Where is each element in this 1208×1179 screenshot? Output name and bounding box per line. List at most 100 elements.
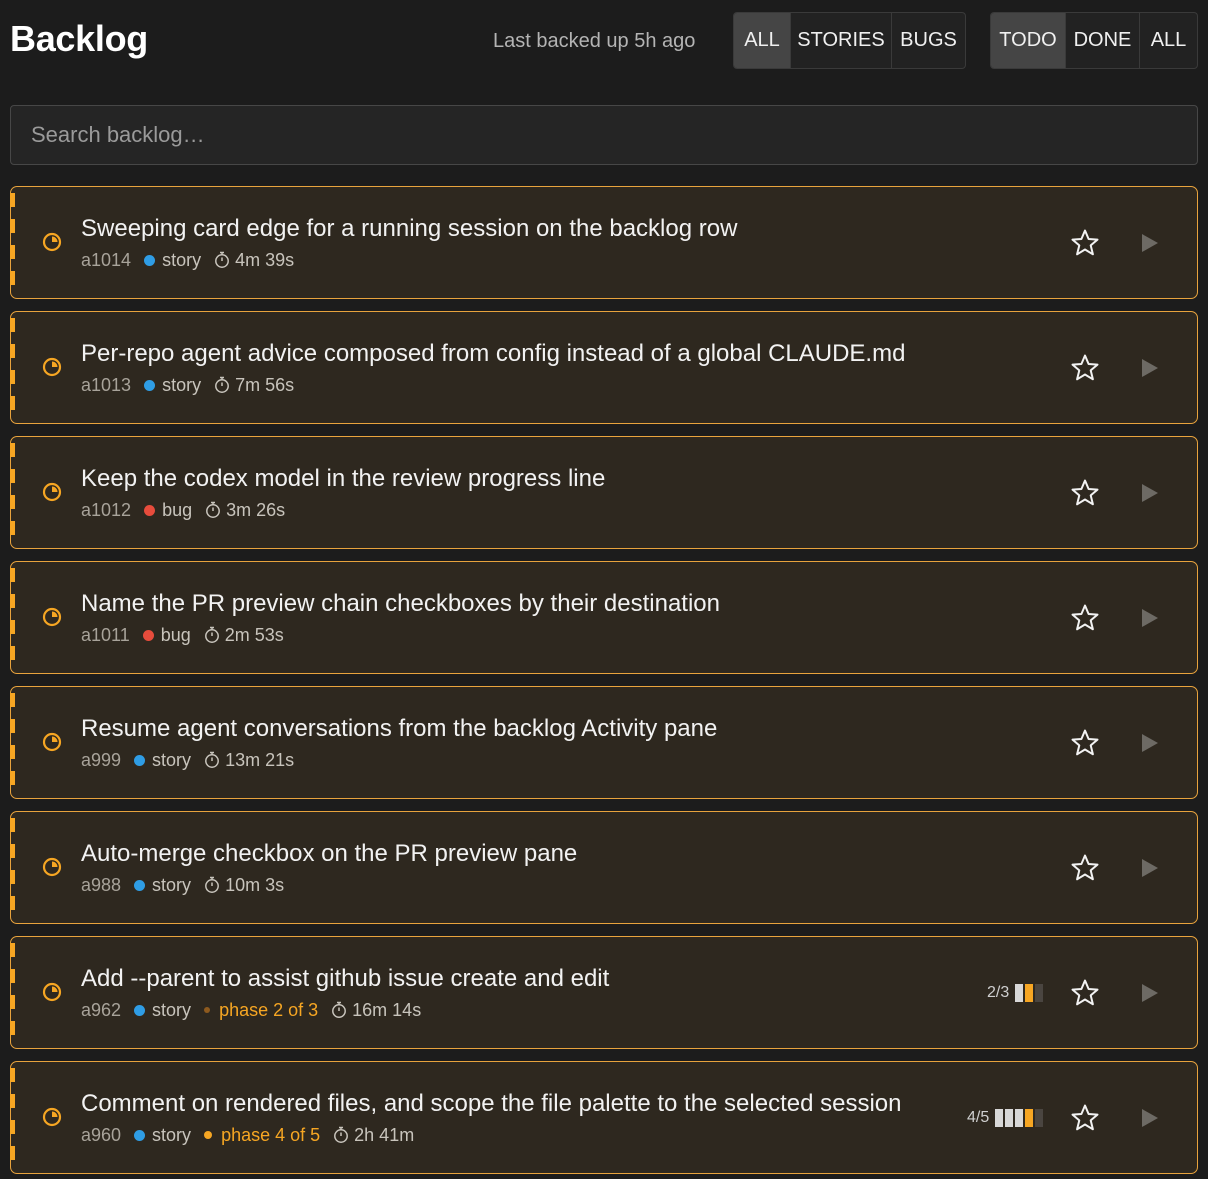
play-icon[interactable]: [1141, 733, 1159, 753]
type-filter: ALL STORIES BUGS: [733, 12, 966, 69]
bug-dot: [142, 629, 154, 641]
backlog-card[interactable]: Resume agent conversations from the back…: [10, 686, 1198, 799]
play-icon[interactable]: [1141, 233, 1159, 253]
item-timer-value: 4m 39s: [235, 249, 295, 270]
backup-status: Last backed up 5h ago: [493, 30, 696, 52]
stopwatch-icon: [205, 876, 220, 893]
item-timer-value: 2m 53s: [224, 624, 284, 645]
item-timer: 13m 21s: [204, 750, 294, 771]
star-icon[interactable]: [1070, 1103, 1100, 1133]
phase-progress-segment: [1005, 1109, 1014, 1127]
item-id: a962: [81, 999, 122, 1020]
star-icon[interactable]: [1070, 228, 1100, 258]
backlog-card[interactable]: Keep the codex model in the review progr…: [10, 436, 1198, 549]
state-filter-all[interactable]: ALL: [1140, 13, 1197, 68]
item-title: Per-repo agent advice composed from conf…: [81, 340, 906, 367]
item-id: a999: [81, 749, 122, 770]
running-clock-icon: [42, 482, 62, 502]
item-kind: story: [162, 249, 202, 270]
play-icon[interactable]: [1141, 608, 1159, 628]
phase-progress-segment: [1015, 984, 1024, 1002]
story-dot: [144, 254, 156, 266]
running-edge-indicator: [10, 318, 15, 417]
phase-dot: [204, 1007, 211, 1013]
play-icon[interactable]: [1141, 858, 1159, 878]
backlog-card[interactable]: Name the PR preview chain checkboxes by …: [10, 561, 1198, 674]
phase-progress-segment: [1025, 1109, 1034, 1127]
item-timer-value: 16m 14s: [352, 999, 422, 1020]
stopwatch-icon: [334, 1126, 349, 1143]
stopwatch-icon: [206, 501, 221, 518]
item-timer: 2m 53s: [204, 625, 284, 646]
page-title: Backlog: [10, 18, 148, 59]
item-id: a1012: [81, 499, 132, 520]
item-id: a1014: [81, 249, 132, 270]
star-icon[interactable]: [1070, 728, 1100, 758]
backlog-card[interactable]: Comment on rendered files, and scope the…: [10, 1061, 1198, 1174]
item-timer-value: 2h 41m: [354, 1124, 415, 1145]
stopwatch-icon: [204, 626, 219, 643]
running-edge-indicator: [10, 443, 15, 542]
item-title: Auto-merge checkbox on the PR preview pa…: [81, 840, 578, 867]
star-icon[interactable]: [1070, 478, 1100, 508]
item-timer: 16m 14s: [331, 1000, 421, 1021]
running-edge-indicator: [10, 693, 15, 792]
item-kind: story: [152, 1124, 192, 1145]
item-kind: bug: [160, 624, 191, 645]
story-dot: [134, 754, 146, 766]
star-icon[interactable]: [1070, 853, 1100, 883]
item-timer-value: 13m 21s: [225, 749, 295, 770]
phase-progress: 2/3: [987, 982, 1045, 1004]
play-icon[interactable]: [1141, 1108, 1159, 1128]
play-icon[interactable]: [1141, 483, 1159, 503]
story-dot: [134, 1129, 146, 1141]
item-meta: a1011 bug 2m 53s: [81, 624, 284, 646]
item-id: a988: [81, 874, 122, 895]
item-timer: 3m 26s: [205, 500, 285, 521]
stopwatch-icon: [215, 376, 230, 393]
item-meta: a999 story 13m 21s: [81, 749, 294, 771]
item-phase: phase 2 of 3: [219, 999, 319, 1020]
phase-progress-segment: [995, 1109, 1004, 1127]
item-title: Sweeping card edge for a running session…: [81, 215, 738, 242]
stopwatch-icon: [332, 1001, 347, 1018]
item-meta: a1012 bug 3m 26s: [81, 499, 285, 521]
type-filter-stories[interactable]: STORIES: [791, 13, 892, 68]
item-timer: 2h 41m: [333, 1125, 414, 1146]
phase-dot: [204, 1131, 213, 1139]
state-filter-done[interactable]: DONE: [1066, 13, 1140, 68]
state-filter: TODO DONE ALL: [990, 12, 1198, 69]
backlog-card[interactable]: Auto-merge checkbox on the PR preview pa…: [10, 811, 1198, 924]
running-clock-icon: [42, 607, 62, 627]
type-filter-all[interactable]: ALL: [734, 13, 791, 68]
item-meta: a960 story phase 4 of 5 2h 41m: [81, 1124, 414, 1146]
item-id: a1011: [81, 624, 130, 645]
backlog-card[interactable]: Sweeping card edge for a running session…: [10, 186, 1198, 299]
running-clock-icon: [42, 357, 62, 377]
item-meta: a1013 story 7m 56s: [81, 374, 294, 396]
phase-progress-label: 4/5: [967, 1109, 990, 1126]
stopwatch-icon: [205, 751, 220, 768]
running-clock-icon: [42, 857, 62, 877]
running-clock-icon: [42, 1107, 62, 1127]
item-meta: a988 story 10m 3s: [81, 874, 284, 896]
star-icon[interactable]: [1070, 353, 1100, 383]
state-filter-todo[interactable]: TODO: [991, 13, 1066, 68]
story-dot: [134, 879, 146, 891]
item-title: Comment on rendered files, and scope the…: [81, 1090, 902, 1117]
item-timer: 4m 39s: [214, 250, 294, 271]
item-kind: story: [152, 874, 192, 895]
star-icon[interactable]: [1070, 978, 1100, 1008]
phase-progress: 4/5: [967, 1107, 1045, 1129]
play-icon[interactable]: [1141, 983, 1159, 1003]
backlog-card[interactable]: Add --parent to assist github issue crea…: [10, 936, 1198, 1049]
star-icon[interactable]: [1070, 603, 1100, 633]
backlog-card[interactable]: Per-repo agent advice composed from conf…: [10, 311, 1198, 424]
running-edge-indicator: [10, 193, 15, 292]
item-meta: a962 story phase 2 of 3 16m 14s: [81, 999, 421, 1021]
item-timer: 7m 56s: [214, 375, 294, 396]
type-filter-bugs[interactable]: BUGS: [892, 13, 965, 68]
search-input[interactable]: [10, 105, 1198, 165]
item-title: Add --parent to assist github issue crea…: [81, 965, 610, 992]
play-icon[interactable]: [1141, 358, 1159, 378]
